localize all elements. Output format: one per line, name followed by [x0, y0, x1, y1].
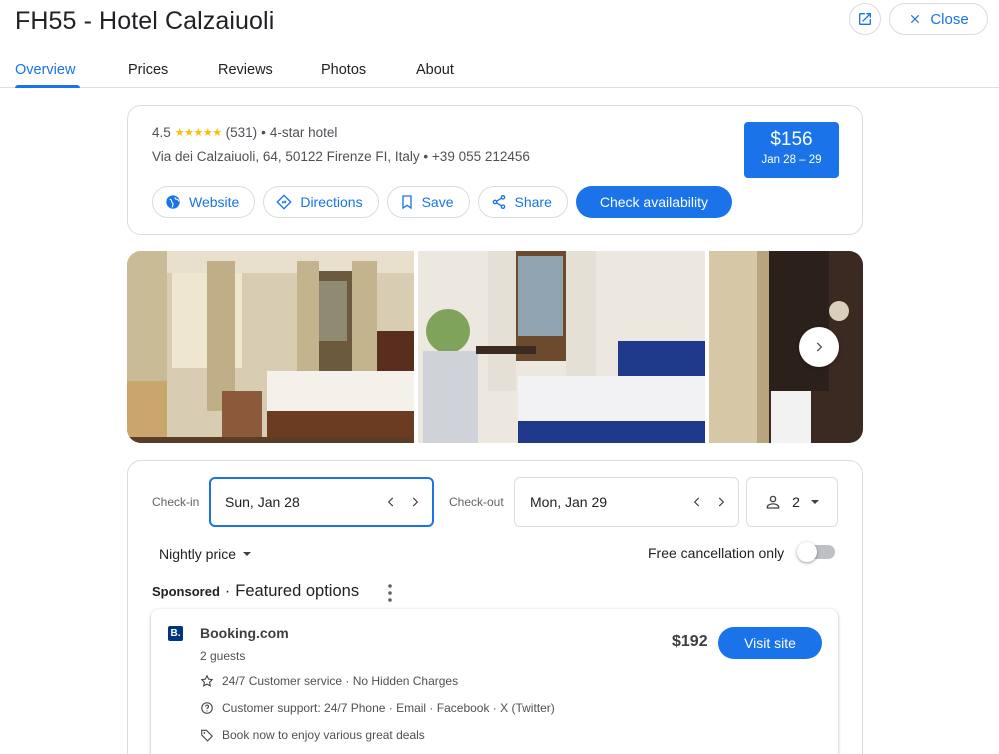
chevron-right-icon[interactable]	[714, 495, 728, 509]
chevron-right-icon	[816, 342, 823, 352]
share-label: Share	[514, 194, 552, 210]
sponsored-label: Sponsored	[152, 584, 220, 599]
checkout-value: Mon, Jan 29	[530, 494, 608, 510]
guest-count: 2	[792, 494, 800, 510]
next-photo-button[interactable]	[799, 327, 839, 367]
room-photo-1[interactable]	[127, 251, 414, 443]
price-dates: Jan 28 – 29	[761, 154, 822, 166]
offer-feature: Customer support: 24/7 Phone · Email · F…	[200, 701, 555, 715]
price-mode-dropdown[interactable]: Nightly price	[159, 546, 252, 562]
checkin-value: Sun, Jan 28	[225, 494, 300, 510]
tab-bar: Overview Prices Reviews Photos About	[0, 54, 999, 88]
offer-price: $192	[672, 633, 708, 650]
share-icon	[492, 195, 505, 209]
open-in-new-icon	[859, 13, 871, 25]
chevron-left-icon[interactable]	[384, 495, 398, 509]
tab-about[interactable]: About	[416, 62, 454, 78]
provider-name: Booking.com	[200, 625, 289, 641]
help-circle-icon	[201, 702, 213, 714]
tab-photos[interactable]: Photos	[321, 62, 366, 78]
close-icon	[911, 14, 920, 24]
free-cancellation-label: Free cancellation only	[648, 545, 785, 561]
website-button[interactable]: Website	[152, 186, 256, 218]
dot-separator: ·	[224, 582, 231, 600]
directions-button[interactable]: Directions	[263, 186, 379, 218]
offer-feature-text: Book now to enjoy various great deals	[222, 728, 425, 742]
rating-line: 4.5 ★★★★★ (531) • 4-star hotel	[152, 125, 337, 140]
chevron-left-icon[interactable]	[690, 495, 704, 509]
offer-feature: Book now to enjoy various great deals	[200, 728, 425, 742]
website-label: Website	[189, 194, 240, 210]
review-count[interactable]: (531)	[226, 125, 258, 140]
directions-icon	[276, 194, 292, 210]
save-button[interactable]: Save	[386, 186, 470, 218]
checkin-label: Check-in	[152, 495, 200, 509]
more-options-icon[interactable]	[386, 583, 394, 603]
tab-prices[interactable]: Prices	[128, 62, 168, 78]
sponsored-header: Sponsored · Featured options	[152, 582, 359, 601]
bookmark-icon	[401, 195, 412, 210]
open-in-new-button[interactable]	[849, 3, 881, 35]
hotel-info-card: 4.5 ★★★★★ (531) • 4-star hotel Via dei C…	[127, 105, 863, 235]
free-cancellation-toggle[interactable]	[797, 542, 835, 562]
photo-strip	[127, 251, 863, 443]
checkout-date-field[interactable]: Mon, Jan 29	[514, 477, 739, 527]
address: Via dei Calzaiuoli, 64, 50122 Firenze FI…	[152, 149, 420, 164]
price-value: $156	[770, 129, 813, 150]
star-rating-icon: ★★★★★	[174, 127, 222, 139]
toggle-knob	[797, 542, 817, 562]
rating-value: 4.5	[152, 125, 171, 140]
offer-guests: 2 guests	[200, 649, 246, 663]
checkout-label: Check-out	[449, 495, 504, 509]
address-line: Via dei Calzaiuoli, 64, 50122 Firenze FI…	[152, 149, 530, 164]
close-label: Close	[930, 10, 969, 28]
page-title: FH55 - Hotel Calzaiuoli	[15, 7, 275, 35]
phone-number[interactable]: +39 055 212456	[432, 149, 530, 164]
globe-icon	[166, 195, 180, 209]
tag-icon	[201, 729, 213, 742]
dropdown-arrow-icon	[810, 500, 819, 504]
close-button[interactable]: Close	[889, 3, 988, 35]
price-badge[interactable]: $156 Jan 28 – 29	[744, 122, 839, 178]
active-tab-indicator	[15, 85, 80, 88]
star-outline-icon	[200, 674, 214, 687]
hotel-class: 4-star hotel	[269, 125, 338, 140]
guests-selector[interactable]: 2	[746, 477, 838, 527]
offer-feature-text: Customer support: 24/7 Phone · Email · F…	[222, 701, 555, 715]
offer-feature: 24/7 Customer service · No Hidden Charge…	[200, 674, 458, 688]
separator: •	[423, 149, 429, 164]
share-button[interactable]: Share	[477, 186, 568, 218]
save-label: Save	[421, 194, 454, 210]
tab-reviews[interactable]: Reviews	[218, 62, 273, 78]
visit-site-button[interactable]: Visit site	[718, 627, 822, 659]
offer-feature-text: 24/7 Customer service · No Hidden Charge…	[222, 674, 459, 688]
checkin-date-field[interactable]: Sun, Jan 28	[209, 477, 434, 527]
tab-overview[interactable]: Overview	[15, 62, 75, 78]
price-mode-label: Nightly price	[159, 546, 237, 562]
booking-offer-card[interactable]: B. Booking.com 2 guests $192 Visit site …	[151, 609, 838, 754]
directions-label: Directions	[300, 194, 363, 210]
featured-options-heading: Featured options	[235, 582, 360, 600]
chevron-right-icon[interactable]	[408, 495, 422, 509]
person-icon	[766, 495, 780, 509]
room-photo-2[interactable]	[418, 251, 705, 443]
action-buttons: Website Directions Save Share Check avai…	[152, 186, 733, 218]
booking-logo-icon: B.	[168, 626, 183, 641]
bathroom-photo[interactable]	[709, 251, 863, 443]
separator: •	[261, 125, 266, 140]
check-availability-button[interactable]: Check availability	[575, 186, 733, 218]
dropdown-arrow-icon	[243, 552, 252, 556]
